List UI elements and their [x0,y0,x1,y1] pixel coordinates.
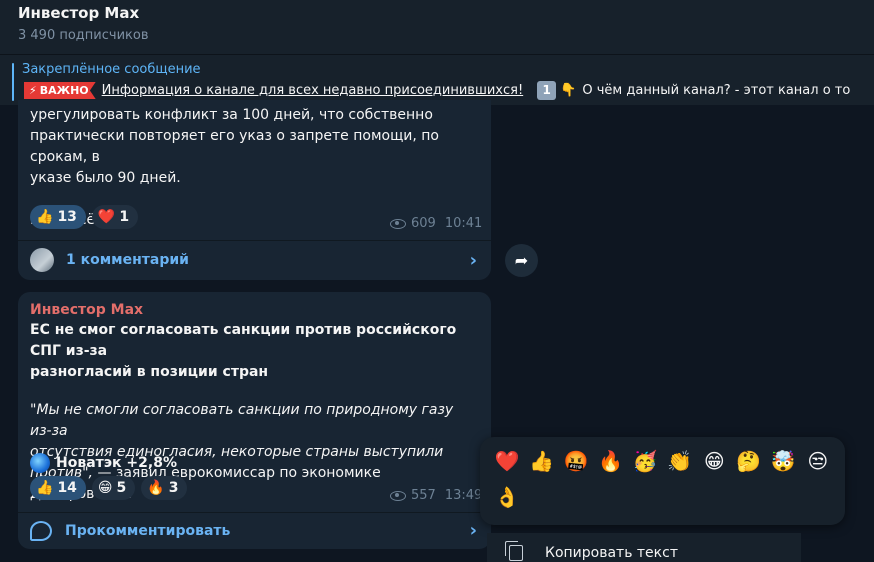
message-line: практически повторяет его указ о запрете… [30,128,439,165]
fire-icon[interactable]: 🔥 [594,443,629,479]
copy-text-label: Копировать текст [545,545,678,561]
message-headline: ЕС не смог согласовать санкции против ро… [18,318,491,383]
reaction-fire[interactable]: 🔥 3 [141,476,188,500]
copy-icon [505,541,523,561]
views-icon [390,490,406,501]
view-count: 557 [411,488,436,503]
chevron-right-icon: › [469,520,477,541]
reaction-count: 14 [57,480,77,496]
message-line: указе было 90 дней. [30,170,181,186]
pinned-preview: ⚡ ВАЖНО Информация о канале для всех нед… [24,81,850,100]
party-face-icon[interactable]: 🥳 [628,443,663,479]
grin-icon[interactable]: 😁 [697,443,732,479]
comment-label: Прокомментировать [65,522,231,539]
reaction-grin[interactable]: 😁 5 [91,476,136,500]
pinned-rest-text: О чём данный канал? - этот канал о то [582,83,851,98]
reactions-row: 👍 14 😁 5 🔥 3 [30,476,188,500]
message-bubble[interactable]: урегулировать конфликт за 100 дней, что … [18,100,491,280]
keycap-one-icon: 1 [537,81,557,100]
stock-label: Новатэк +2,8% [56,455,177,471]
reaction-count: 5 [116,480,127,496]
heart-icon[interactable]: ❤️ [490,443,525,479]
quote-line: "Мы не смогли согласовать санкции по при… [30,402,454,439]
stock-ticker: Новатэк +2,8% [30,453,177,473]
channel-title: Инвестор Max [18,4,140,22]
comments-link[interactable]: 1 комментарий › [18,240,491,280]
headline-line: разногласий в позиции стран [30,364,269,380]
forward-icon: ➦ [514,251,529,270]
important-badge-label: ВАЖНО [39,84,89,97]
reaction-picker: ❤️ 👍 🤬 🔥 🥳 👏 😁 🤔 🤯 😒 👌 [480,437,845,525]
reaction-thumbs-up[interactable]: 👍 13 [30,205,86,229]
share-button[interactable]: ➦ [505,244,538,277]
unamused-face-icon[interactable]: 😒 [801,443,836,479]
headline-line: ЕС не смог согласовать санкции против ро… [30,322,457,359]
message-line: урегулировать конфликт за 100 дней, что … [30,107,433,123]
message-meta: 557 13:49 [390,488,482,503]
reaction-thumbs-up[interactable]: 👍 14 [30,476,86,500]
view-count: 609 [411,216,436,231]
pinned-message-bar[interactable]: Закреплённое сообщение ⚡ ВАЖНО Информаци… [0,54,874,105]
reaction-count: 3 [168,480,179,496]
important-badge: ⚡ ВАЖНО [24,82,96,99]
pinned-label: Закреплённое сообщение [22,62,201,77]
fire-icon: 🔥 [147,480,165,496]
message-meta: 609 10:41 [390,216,482,231]
clapping-icon[interactable]: 👏 [663,443,698,479]
lightning-icon: ⚡ [29,84,37,97]
point-down-icon: 👇 [560,83,577,98]
reaction-count: 1 [119,209,130,225]
thumbs-up-icon[interactable]: 👍 [525,443,560,479]
reaction-heart[interactable]: ❤️ 1 [91,205,139,229]
thumbs-up-icon: 👍 [36,209,54,225]
reactions-row: 👍 13 ❤️ 1 [30,205,139,229]
channel-header[interactable]: Инвестор Max 3 490 подписчиков [0,0,874,54]
chevron-right-icon: › [469,249,477,271]
reaction-picker-grid: ❤️ 👍 🤬 🔥 🥳 👏 😁 🤔 🤯 😒 👌 [490,443,835,515]
thinking-face-icon[interactable]: 🤔 [732,443,767,479]
commenter-avatar [30,248,54,272]
message-time: 10:41 [444,216,483,231]
pinned-link[interactable]: Информация о канале для всех недавно при… [102,83,524,98]
context-menu-copy-text[interactable]: Копировать текст [487,533,801,562]
pinned-indicator [12,63,14,101]
comment-button[interactable]: Прокомментировать › [18,512,491,549]
subscriber-count: 3 490 подписчиков [18,28,149,43]
grin-icon: 😁 [97,480,113,496]
views-icon [390,218,406,229]
ok-hand-icon[interactable]: 👌 [490,479,525,515]
thumbs-up-icon: 👍 [36,480,54,496]
cursing-face-icon[interactable]: 🤬 [559,443,594,479]
comment-icon [30,520,52,541]
message-author[interactable]: Инвестор Max [18,292,491,318]
comments-label: 1 комментарий [66,252,189,268]
reaction-count: 13 [57,209,77,225]
message-bubble[interactable]: Инвестор Max ЕС не смог согласовать санк… [18,292,491,549]
novatek-logo-icon [30,453,50,473]
message-time: 13:49 [444,488,483,503]
heart-icon: ❤️ [97,209,116,225]
mind-blown-icon[interactable]: 🤯 [766,443,801,479]
